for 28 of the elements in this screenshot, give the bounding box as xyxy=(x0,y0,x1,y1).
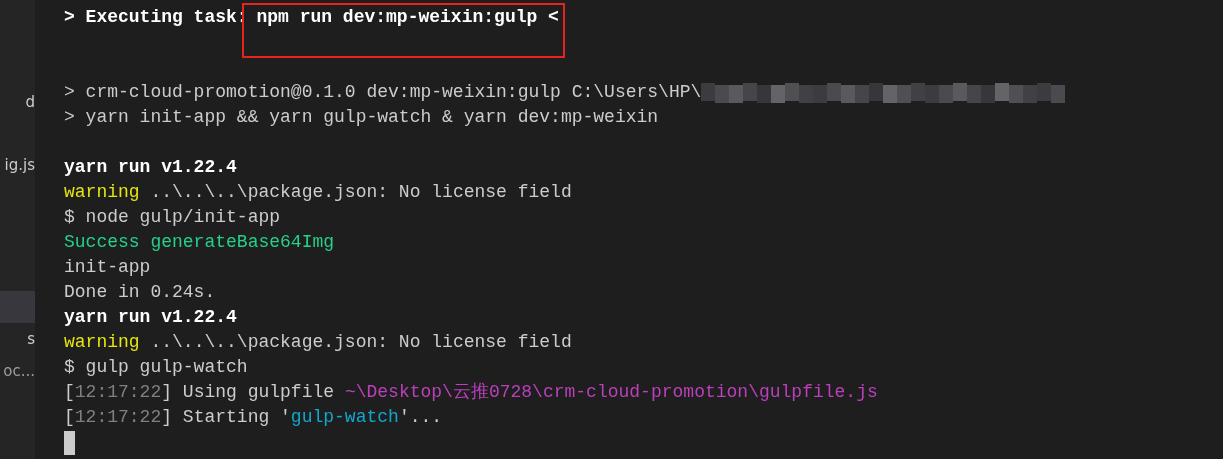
terminal-text: $ node gulp/init-app xyxy=(64,206,281,229)
sidebar-item[interactable]: oc... xyxy=(0,355,35,387)
terminal-text: [ xyxy=(64,381,75,404)
terminal-text: warning xyxy=(64,331,140,354)
terminal-text: init-app xyxy=(64,256,151,279)
terminal-text: ..\..\..\package.json: No license field xyxy=(149,331,572,354)
terminal-text: yarn run v1.22.4 xyxy=(64,306,237,329)
terminal-text: ..\..\..\package.json: No license field xyxy=(149,181,572,204)
terminal-text: Done in 0.24s. xyxy=(64,281,216,304)
terminal-text: 12:17:22 xyxy=(74,381,162,404)
terminal-text: Success generateBase64Img xyxy=(64,231,335,254)
sidebar-item[interactable]: s xyxy=(0,323,35,355)
sidebar-item[interactable]: ig.js xyxy=(0,149,35,181)
terminal-text: [ xyxy=(64,406,75,429)
sidebar-item[interactable]: d xyxy=(0,86,35,118)
terminal-cursor xyxy=(64,430,75,455)
selected-sidebar-row[interactable] xyxy=(0,291,35,323)
terminal-text: ] Using gulpfile xyxy=(161,381,336,404)
terminal-text: ] Starting ' xyxy=(161,406,291,429)
terminal-text: gulp-watch xyxy=(290,406,399,429)
terminal-text: > yarn init-app && yarn gulp-watch & yarn dev:mp-weixin xyxy=(64,106,659,129)
terminal-text: yarn run v1.22.4 xyxy=(64,156,237,179)
terminal-text: ~\Desktop\云推0728\crm-cloud-promotion\gulpfile.js xyxy=(344,381,878,404)
terminal-text: '... xyxy=(398,406,443,429)
terminal-text: $ gulp gulp-watch xyxy=(64,356,248,379)
terminal-text: 12:17:22 xyxy=(74,406,162,429)
terminal-text: > crm-cloud-promotion@0.1.0 dev:mp-weixin:gulp C:\Users\HP\ xyxy=(64,81,702,104)
terminal-text: warning xyxy=(64,181,140,204)
